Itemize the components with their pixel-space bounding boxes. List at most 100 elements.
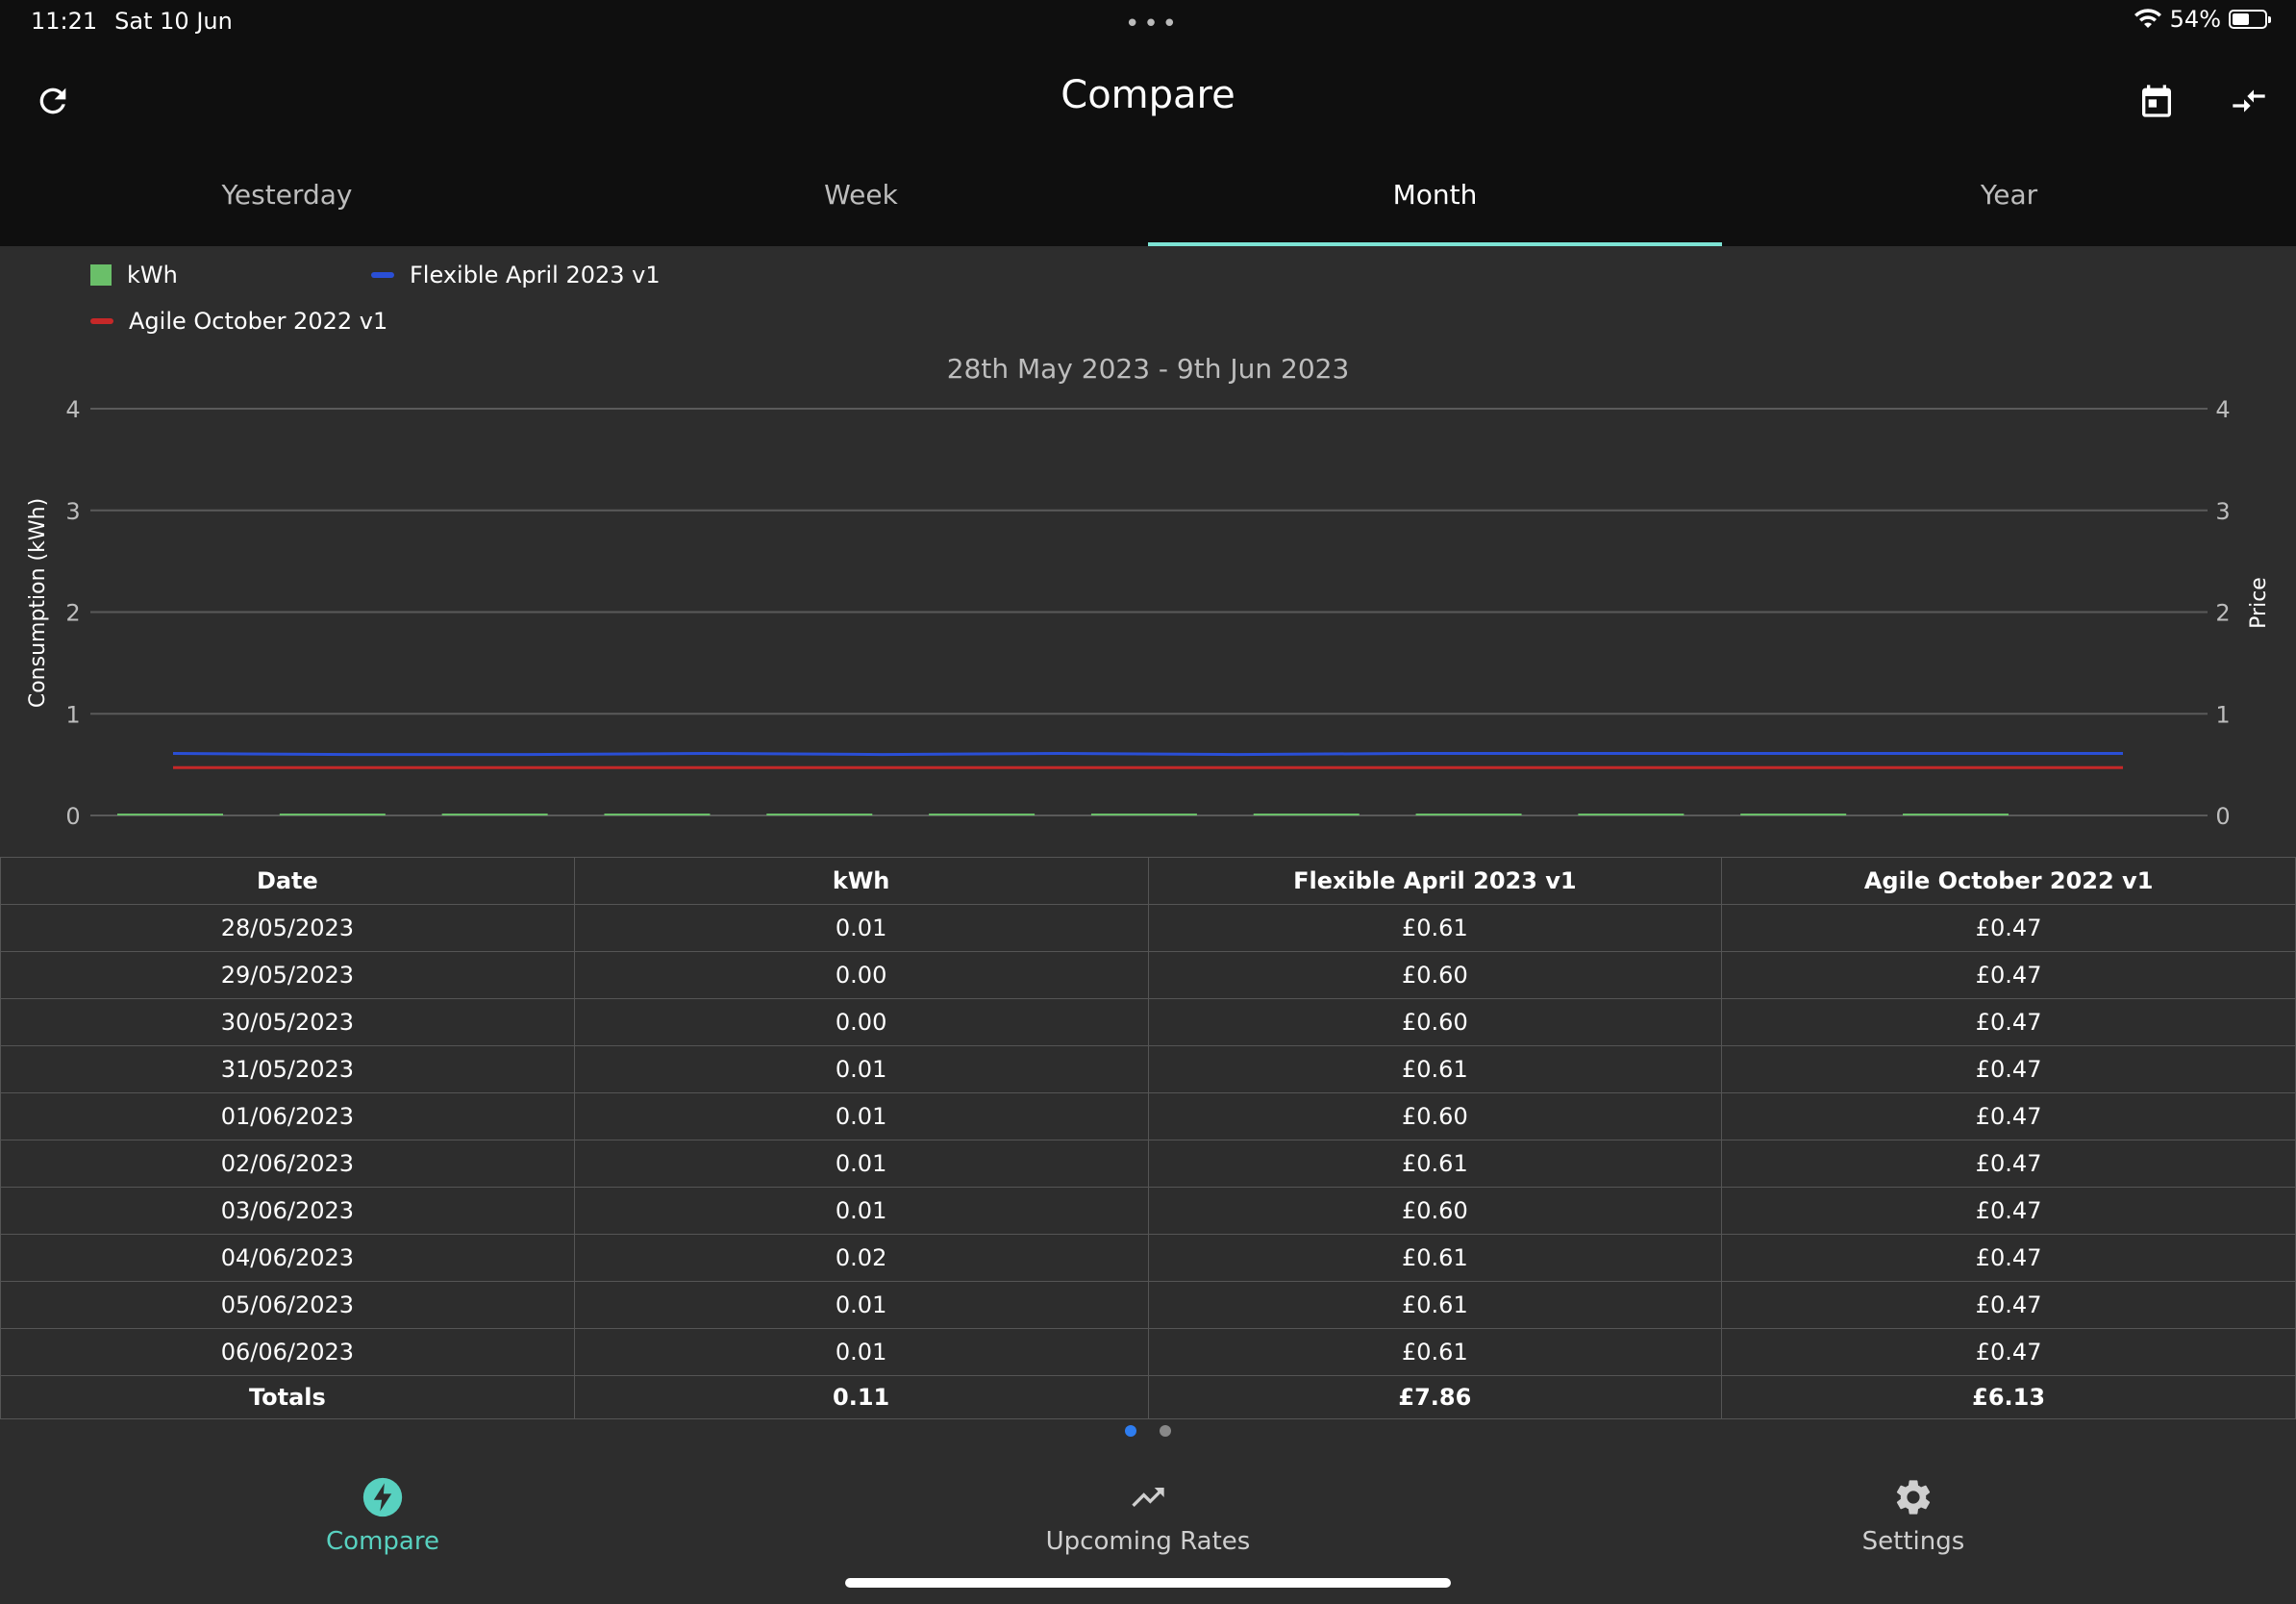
totals-row: Totals 0.11 £7.86 £6.13 [0, 1375, 2296, 1419]
bar-kwh [1415, 814, 1522, 815]
legend-swatch [371, 272, 394, 278]
cell-date: 03/06/2023 [0, 1187, 575, 1235]
page-dot-2[interactable] [1160, 1425, 1171, 1437]
cell-date: 05/06/2023 [0, 1281, 575, 1329]
tab-week[interactable]: Week [574, 138, 1148, 246]
table-row: 05/06/2023 0.01 £0.61 £0.47 [0, 1281, 2296, 1329]
cell-kwh: 0.01 [573, 904, 1149, 952]
legend-label: Flexible April 2023 v1 [410, 262, 661, 288]
tab-month[interactable]: Month [1148, 138, 1722, 246]
cell-flexible: £0.61 [1147, 1140, 1723, 1188]
trending-up-icon [1126, 1471, 1170, 1523]
y-tick-label-right: 0 [2215, 803, 2230, 830]
cell-date: 01/06/2023 [0, 1092, 575, 1140]
cell-kwh: 0.01 [573, 1140, 1149, 1188]
totals-kwh: 0.11 [573, 1375, 1149, 1419]
battery-icon [2229, 10, 2271, 29]
nav-compare-label: Compare [326, 1527, 439, 1556]
cell-kwh: 0.01 [573, 1092, 1149, 1140]
cell-date: 04/06/2023 [0, 1234, 575, 1282]
table-row: 30/05/2023 0.00 £0.60 £0.47 [0, 998, 2296, 1046]
cell-agile: £0.47 [1721, 1328, 2296, 1376]
legend-swatch [90, 264, 112, 286]
page-indicator [0, 1425, 2296, 1437]
tab-yesterday[interactable]: Yesterday [0, 138, 574, 246]
totals-agile: £6.13 [1721, 1375, 2296, 1419]
cell-date: 31/05/2023 [0, 1045, 575, 1093]
y-axis-label-left: Consumption (kWh) [26, 498, 50, 708]
y-tick-label-left: 0 [65, 803, 80, 830]
table-row: 28/05/2023 0.01 £0.61 £0.47 [0, 904, 2296, 952]
cell-flexible: £0.61 [1147, 1328, 1723, 1376]
cell-agile: £0.47 [1721, 1234, 2296, 1282]
cell-agile: £0.47 [1721, 951, 2296, 999]
calendar-icon[interactable] [2131, 75, 2183, 127]
cell-kwh: 0.00 [573, 998, 1149, 1046]
chart-title: 28th May 2023 - 9th Jun 2023 [947, 353, 1350, 385]
battery-percent: 54% [2169, 6, 2221, 33]
status-time-date: 11:21 Sat 10 Jun [31, 8, 250, 35]
legend-label: kWh [127, 262, 178, 288]
cell-kwh: 0.01 [573, 1281, 1149, 1329]
legend-label: Agile October 2022 v1 [129, 308, 388, 335]
table-row: 31/05/2023 0.01 £0.61 £0.47 [0, 1045, 2296, 1093]
y-tick-label-left: 3 [65, 498, 80, 525]
consumption-chart: 28th May 2023 - 9th Jun 2023 0 0 1 1 2 2 3 3 4 4 Co… [26, 353, 2271, 830]
y-tick-label-right: 1 [2215, 701, 2230, 728]
y-tick-label-left: 1 [65, 701, 80, 728]
cell-flexible: £0.61 [1147, 1281, 1723, 1329]
legend-swatch [90, 318, 113, 324]
bar-kwh [766, 814, 873, 815]
cell-agile: £0.47 [1721, 1092, 2296, 1140]
legend-item-kwh[interactable]: kWh [90, 262, 178, 288]
cell-flexible: £0.61 [1147, 1045, 1723, 1093]
cell-agile: £0.47 [1721, 1187, 2296, 1235]
cell-agile: £0.47 [1721, 998, 2296, 1046]
totals-flexible: £7.86 [1147, 1375, 1723, 1419]
compare-arrows-icon[interactable] [2223, 75, 2275, 127]
legend-item-flexible[interactable]: Flexible April 2023 v1 [371, 262, 661, 288]
y-tick-label-left: 2 [65, 600, 80, 627]
comparison-table: Date kWh Flexible April 2023 v1 Agile Oc… [0, 857, 2296, 1419]
nav-settings[interactable]: Settings [1531, 1452, 2296, 1604]
status-time: 11:21 [31, 8, 98, 35]
cell-date: 30/05/2023 [0, 998, 575, 1046]
cell-kwh: 0.01 [573, 1045, 1149, 1093]
period-tabs: Yesterday Week Month Year [0, 138, 2296, 246]
column-header-agile: Agile October 2022 v1 [1721, 857, 2296, 905]
cell-flexible: £0.60 [1147, 1092, 1723, 1140]
bar-kwh [279, 814, 386, 815]
tab-year[interactable]: Year [1722, 138, 2296, 246]
bar-kwh [1253, 814, 1360, 815]
bar-kwh [604, 814, 711, 815]
table-row: 03/06/2023 0.01 £0.60 £0.47 [0, 1187, 2296, 1235]
y-tick-label-left: 4 [65, 396, 80, 423]
y-axis-label-right: Price [2247, 577, 2271, 629]
status-date: Sat 10 Jun [114, 8, 233, 35]
nav-compare[interactable]: Compare [0, 1452, 765, 1604]
cell-agile: £0.47 [1721, 1281, 2296, 1329]
bar-kwh [1740, 814, 1847, 815]
legend-item-agile[interactable]: Agile October 2022 v1 [90, 308, 387, 335]
cell-flexible: £0.61 [1147, 904, 1723, 952]
table-header-row: Date kWh Flexible April 2023 v1 Agile Oc… [0, 857, 2296, 905]
y-tick-label-right: 2 [2215, 600, 2230, 627]
bar-kwh [1578, 814, 1685, 815]
table-row: 06/06/2023 0.01 £0.61 £0.47 [0, 1328, 2296, 1376]
page-dot-1[interactable] [1125, 1425, 1136, 1437]
line-flexible [172, 751, 2123, 757]
home-indicator[interactable] [845, 1578, 1451, 1588]
bolt-icon [362, 1471, 404, 1523]
table-row: 04/06/2023 0.02 £0.61 £0.47 [0, 1234, 2296, 1282]
multitasking-dots[interactable]: ••• [1125, 10, 1181, 38]
cell-agile: £0.47 [1721, 1140, 2296, 1188]
y-tick-label-right: 4 [2215, 396, 2230, 423]
gear-icon [1892, 1471, 1934, 1523]
cell-kwh: 0.01 [573, 1187, 1149, 1235]
cell-flexible: £0.60 [1147, 998, 1723, 1046]
nav-upcoming-rates-label: Upcoming Rates [1045, 1527, 1251, 1556]
cell-kwh: 0.01 [573, 1328, 1149, 1376]
page-title: Compare [1061, 73, 1235, 117]
cell-kwh: 0.00 [573, 951, 1149, 999]
cell-flexible: £0.61 [1147, 1234, 1723, 1282]
